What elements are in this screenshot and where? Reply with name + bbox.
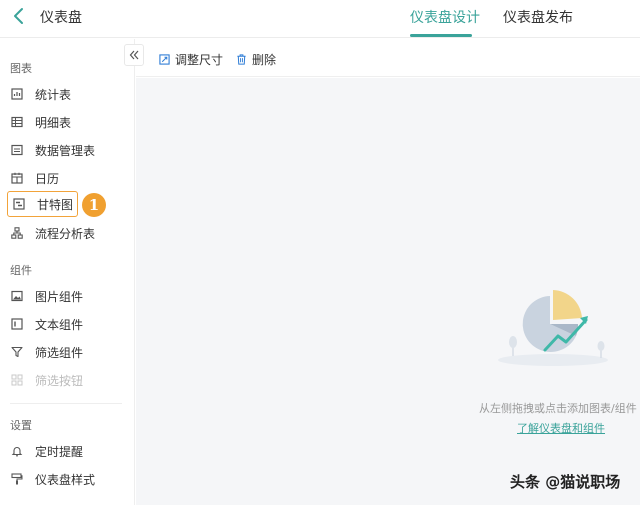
tab-dashboard-publish[interactable]: 仪表盘发布 — [503, 7, 573, 27]
top-header: 仪表盘 仪表盘设计 仪表盘发布 — [0, 0, 640, 38]
gantt-icon — [12, 197, 26, 211]
sidebar-item-label: 仪表盘样式 — [35, 472, 96, 487]
sidebar-item-text-component[interactable]: 文本组件 — [10, 312, 125, 336]
learn-dashboard-link[interactable]: 了解仪表盘和组件 — [517, 420, 605, 436]
sidebar-item-gantt[interactable]: 甘特图 — [7, 191, 78, 217]
sidebar-item-dashboard-style[interactable]: 仪表盘样式 — [10, 467, 125, 491]
image-icon — [10, 289, 24, 303]
sidebar-item-label: 日历 — [35, 171, 60, 186]
step-number-badge: 1 — [82, 193, 106, 217]
canvas-toolbar: 调整尺寸 删除 — [136, 39, 640, 77]
back-icon[interactable] — [10, 6, 28, 26]
sidebar-item-filter-component[interactable]: 筛选组件 — [10, 340, 125, 364]
active-tab-indicator — [410, 34, 472, 37]
data-manage-icon — [10, 143, 24, 157]
double-chevron-left-icon — [129, 50, 139, 60]
sidebar-item-image-component[interactable]: 图片组件 — [10, 284, 125, 308]
sidebar-item-calendar[interactable]: 日历 — [10, 166, 125, 190]
sidebar-item-filter-button: 筛选按钮 — [10, 368, 125, 392]
dashboard-canvas[interactable]: 从左侧拖拽或点击添加图表/组件 了解仪表盘和组件 — [136, 78, 640, 505]
sidebar-item-label: 筛选组件 — [35, 345, 84, 360]
sidebar-item-label: 甘特图 — [37, 197, 74, 212]
delete-button[interactable]: 删除 — [236, 51, 276, 68]
text-icon — [10, 317, 24, 331]
empty-state-text: 从左侧拖拽或点击添加图表/组件 — [479, 402, 637, 415]
sidebar-item-label: 筛选按钮 — [35, 373, 84, 388]
sidebar-item-label: 统计表 — [35, 87, 72, 102]
tab-dashboard-design[interactable]: 仪表盘设计 — [410, 7, 480, 27]
sidebar-item-data-manage[interactable]: 数据管理表 — [10, 138, 125, 162]
bell-icon — [10, 444, 24, 458]
component-sidebar: 图表 统计表 明细表 数据管理表 日历 甘特图 流程分析表 组件 图片组件 文本… — [0, 39, 135, 505]
watermark: 头条 @猫说职场 — [510, 473, 621, 491]
sidebar-item-label: 文本组件 — [35, 317, 84, 332]
section-title-components: 组件 — [10, 264, 32, 277]
sidebar-item-label: 明细表 — [35, 115, 72, 130]
paint-roller-icon — [10, 472, 24, 486]
collapse-sidebar-button[interactable] — [124, 44, 144, 66]
sidebar-item-stat-table[interactable]: 统计表 — [10, 82, 125, 106]
sidebar-item-timed-reminder[interactable]: 定时提醒 — [10, 439, 125, 463]
flow-icon — [10, 226, 24, 240]
calendar-icon — [10, 171, 24, 185]
sidebar-item-label: 定时提醒 — [35, 444, 84, 459]
resize-button[interactable]: 调整尺寸 — [159, 51, 223, 68]
section-title-settings: 设置 — [10, 419, 32, 432]
detail-table-icon — [10, 115, 24, 129]
sidebar-item-label: 图片组件 — [35, 289, 84, 304]
empty-chart-illustration — [498, 290, 608, 366]
section-title-charts: 图表 — [10, 62, 32, 75]
page-title: 仪表盘 — [40, 10, 82, 26]
sidebar-item-label: 流程分析表 — [35, 226, 96, 241]
filter-icon — [10, 345, 24, 359]
sidebar-divider — [10, 403, 122, 404]
stat-table-icon — [10, 87, 24, 101]
sidebar-item-detail-table[interactable]: 明细表 — [10, 110, 125, 134]
filter-button-icon — [10, 373, 24, 387]
resize-label: 调整尺寸 — [175, 53, 224, 67]
sidebar-item-label: 数据管理表 — [35, 143, 96, 158]
sidebar-item-flow-analysis[interactable]: 流程分析表 — [10, 221, 125, 245]
trash-icon — [237, 54, 246, 65]
delete-label: 删除 — [252, 53, 277, 67]
resize-icon — [159, 54, 170, 65]
